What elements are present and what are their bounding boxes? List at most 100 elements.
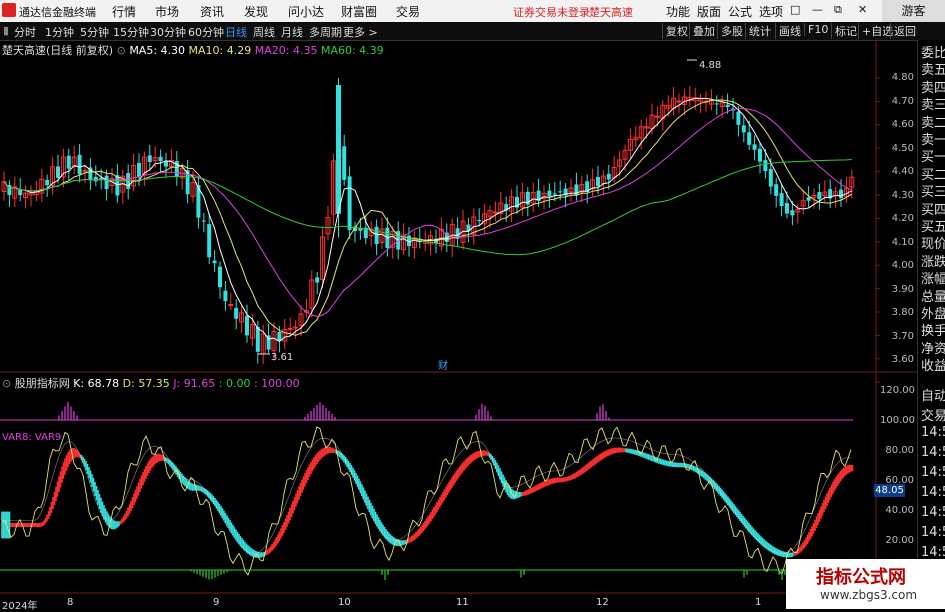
side-panel-label: 换手 — [921, 324, 945, 340]
y-tick: 3.60 — [891, 354, 914, 365]
candle-body — [277, 331, 282, 341]
ind-y-tick: 20.00 — [885, 535, 914, 546]
candle-body — [758, 148, 762, 162]
settings-icon[interactable]: ⊙ — [2, 377, 11, 390]
candle-body — [374, 226, 379, 245]
menu-item-trade[interactable]: 交易 — [396, 3, 420, 20]
candle-body — [45, 179, 50, 186]
candle-body — [158, 156, 163, 162]
side-panel-label: 卖一 — [921, 133, 945, 148]
ma60-label: MA60: 4.39 — [320, 44, 384, 57]
level-low-value: : 0.00 — [218, 377, 251, 390]
menu-item-news[interactable]: 资讯 — [200, 3, 224, 20]
y-tick: 4.70 — [891, 96, 914, 107]
candle-body — [293, 326, 299, 329]
y-tick: 3.70 — [891, 331, 914, 342]
app-title: 通达信金融终端 — [19, 6, 96, 19]
ind-y-tick: 120.00 — [880, 385, 915, 396]
back-button[interactable]: 返回 — [890, 23, 916, 39]
side-panel-label: 14:5 — [921, 505, 945, 520]
side-panel-label: 收益 — [921, 359, 945, 375]
candle-body — [741, 125, 746, 133]
period-toolbar: ▮ 分时 1分钟 5分钟 15分钟 30分钟 60分钟 日线 周线 月线 多周期… — [0, 22, 945, 41]
add-watchlist-button[interactable]: +自选 — [858, 23, 893, 39]
side-panel-label: 交易 — [921, 409, 945, 424]
candle-body — [115, 175, 120, 196]
side-panel-label: 14:5 — [921, 425, 945, 440]
period-1min[interactable]: 1分钟 — [45, 24, 74, 40]
maximize-icon[interactable]: ⧉ — [834, 3, 842, 17]
draw-button[interactable]: 画线 — [775, 23, 801, 39]
menu-item-layout[interactable]: 版面 — [697, 3, 721, 20]
candle-body — [18, 189, 23, 196]
chart-title[interactable]: 楚天高速(日线 前复权) — [2, 44, 113, 57]
d-value: D: 57.35 — [122, 377, 170, 390]
menu-item-market[interactable]: 市场 — [155, 3, 179, 20]
guest-button[interactable]: 游客 — [882, 0, 945, 22]
ind-y-tick: 40.00 — [885, 505, 914, 516]
candle-body — [315, 277, 320, 283]
candlestick-series — [1, 78, 855, 364]
menu-item-assistant[interactable]: 问小达 — [288, 3, 324, 20]
chart-area: 4.88 3.61 财 — [0, 40, 917, 609]
login-notice[interactable]: 证券交易未登录 — [513, 4, 590, 20]
menu-item-quotes[interactable]: 行情 — [112, 3, 136, 20]
indicator-series — [1, 402, 854, 580]
high-label: 4.88 — [699, 60, 721, 71]
side-panel-label: 14:5 — [921, 485, 945, 500]
candle-body — [218, 266, 222, 288]
side-panel-label: 卖三 — [921, 98, 945, 114]
period-monthly[interactable]: 月线 — [281, 24, 303, 40]
adjust-button[interactable]: 复权 — [662, 23, 688, 39]
menu-item-wealth[interactable]: 财富圈 — [341, 3, 377, 20]
candle-body — [768, 169, 773, 187]
side-panel-label: 买五 — [921, 220, 945, 235]
candle-body — [223, 290, 228, 302]
mark-button[interactable]: 标记 — [831, 23, 857, 39]
stats-button[interactable]: 统计 — [745, 23, 771, 39]
candle-body — [747, 132, 752, 145]
period-more[interactable]: 更多 > — [343, 24, 378, 40]
restore-icon[interactable]: □ — [790, 3, 800, 16]
menu-item-discover[interactable]: 发现 — [244, 3, 268, 20]
period-30min[interactable]: 30分钟 — [150, 24, 186, 40]
y-tick: 4.20 — [891, 213, 914, 224]
period-weekly[interactable]: 周线 — [253, 24, 275, 40]
side-panel-label: 涨跌 — [921, 254, 945, 270]
candle-body — [137, 162, 141, 177]
chevron-down-icon[interactable]: ⊙ — [117, 44, 130, 57]
y-tick: 4.50 — [891, 143, 914, 154]
menu-item-options[interactable]: 选项 — [759, 3, 783, 20]
y-tick: 4.80 — [891, 72, 914, 83]
period-multi[interactable]: 多周期 — [309, 24, 342, 40]
overlay-button[interactable]: 叠加 — [689, 23, 715, 39]
close-icon[interactable]: ✕ — [858, 3, 867, 16]
candle-body — [736, 111, 741, 125]
side-panel-label: 14:5 — [921, 465, 945, 480]
candle-body — [725, 104, 730, 108]
quote-side-panel: 委比 卖五 卖四 卖三 卖二 卖一 买一 买二 买三 买四 买五 现价 涨跌 涨幅 总量 外盘 换手 净资 收益 自动… — [917, 40, 945, 609]
period-daily[interactable]: 日线 — [225, 24, 247, 40]
indicator-title[interactable]: 股朋指标网 — [15, 377, 70, 390]
period-60min[interactable]: 60分钟 — [188, 24, 224, 40]
minimize-icon[interactable]: — — [812, 3, 823, 16]
current-value-badge: 48.05 — [874, 484, 905, 497]
period-5min[interactable]: 5分钟 — [80, 24, 109, 40]
candle-body — [66, 155, 71, 169]
menu-item-function[interactable]: 功能 — [666, 3, 690, 20]
event-mark: 财 — [438, 359, 448, 372]
period-15min[interactable]: 15分钟 — [113, 24, 149, 40]
var-label: VAR8: VAR9 — [2, 432, 62, 443]
multistock-button[interactable]: 多股 — [717, 23, 743, 39]
menu-item-formula[interactable]: 公式 — [728, 3, 752, 20]
side-panel-label: 总量 — [921, 289, 945, 305]
candle-body — [477, 219, 482, 222]
collapse-icon[interactable]: ▮ — [3, 24, 9, 37]
ind-y-tick: 100.00 — [880, 415, 915, 426]
y-tick: 4.00 — [891, 260, 914, 271]
candle-body — [654, 115, 660, 118]
f10-button[interactable]: F10 — [804, 23, 828, 36]
candle-body — [492, 211, 498, 214]
ma5-label: MA5: 4.30 — [129, 44, 186, 57]
period-intraday[interactable]: 分时 — [14, 24, 36, 40]
